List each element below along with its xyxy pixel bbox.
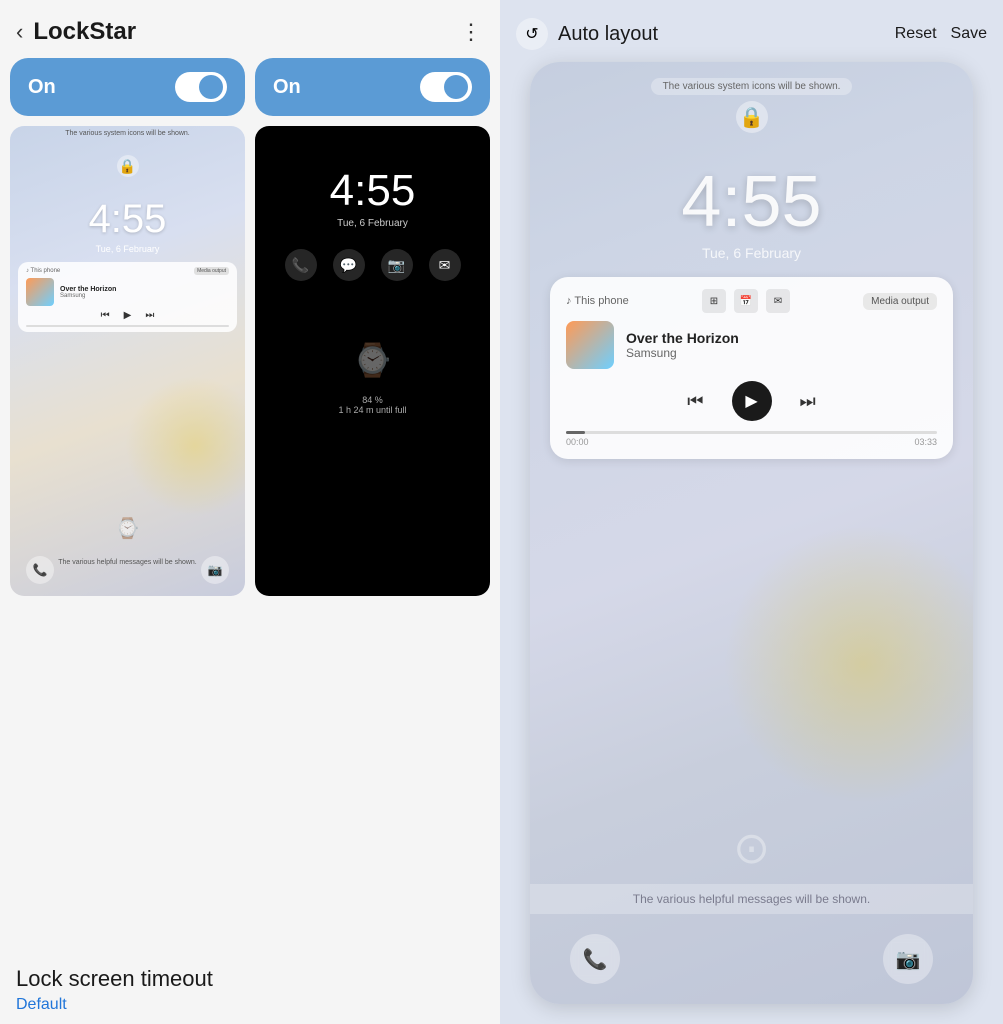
toggle-card-2[interactable]: On xyxy=(255,58,490,116)
toggle-label-2: On xyxy=(273,76,301,99)
fingerprint-small: ⌚ xyxy=(115,516,140,541)
music-artist-small: Samsung xyxy=(60,293,116,299)
shortcut-icons-dark: 📞 💬 📷 ✉ xyxy=(285,249,461,281)
battery-pct: 84 % xyxy=(338,395,406,405)
toggle-switch-1[interactable] xyxy=(175,72,227,102)
time-light-small: 4:55 xyxy=(89,197,167,242)
media-output-small: Media output xyxy=(194,267,229,275)
music-card-small: ♪ This phone Media output Over the Horiz… xyxy=(18,262,237,332)
progress-fill xyxy=(566,431,585,434)
lock-icon-large: 🔒 xyxy=(736,101,768,133)
system-bar: The various system icons will be shown. … xyxy=(530,62,973,141)
back-button[interactable]: ‹ xyxy=(16,19,23,45)
music-title-small: Over the Horizon xyxy=(60,286,116,293)
date-large: Tue, 6 February xyxy=(702,245,801,261)
timeout-title: Lock screen timeout xyxy=(16,966,484,992)
ctrl-icon-1: ⊞ xyxy=(702,289,726,313)
left-panel: ‹ LockStar ⋮ On On The various system ic… xyxy=(0,0,500,1024)
prev-btn-large[interactable]: ⏮ xyxy=(687,391,703,412)
system-text-large: The various system icons will be shown. xyxy=(651,78,853,95)
large-phone: The various system icons will be shown. … xyxy=(530,62,973,1004)
toggle-card-1[interactable]: On xyxy=(10,58,245,116)
controls-large: ⏮ ▶ ⏭ xyxy=(566,381,937,421)
music-source-small: ♪ This phone xyxy=(26,268,60,274)
toggle-label-1: On xyxy=(28,76,56,99)
music-info-row-large: Over the Horizon Samsung xyxy=(566,321,937,369)
progress-start: 00:00 xyxy=(566,437,589,447)
dark-preview-inner: 4:55 Tue, 6 February 📞 💬 📷 ✉ ⌚ 84 % 1 h … xyxy=(255,126,490,596)
phone-icon-small: 📞 xyxy=(26,556,54,584)
fingerprint-dark: ⌚ xyxy=(353,341,393,379)
time-dark-small: 4:55 xyxy=(330,166,416,216)
camera-icon-large: 📷 xyxy=(883,934,933,984)
menu-button[interactable]: ⋮ xyxy=(460,19,484,45)
shortcut-msg-dark: 💬 xyxy=(333,249,365,281)
circle-bg-large xyxy=(723,524,973,804)
app-title: LockStar xyxy=(33,18,136,46)
auto-layout-icon: ↺ xyxy=(516,18,548,50)
right-header: ↺ Auto layout Reset Save xyxy=(500,0,1003,62)
system-icons-text-small: The various system icons will be shown. xyxy=(65,130,190,137)
date-light-small: Tue, 6 February xyxy=(96,244,160,254)
progress-small xyxy=(26,325,229,327)
time-large: 4:55 xyxy=(681,161,821,243)
media-output-large: Media output xyxy=(863,293,937,310)
right-panel: ↺ Auto layout Reset Save The various sys… xyxy=(500,0,1003,1024)
helpful-msg-large: The various helpful messages will be sho… xyxy=(530,884,973,914)
music-source-large: ♪ This phone xyxy=(566,295,629,307)
controls-icons-large: ⊞ 📅 ✉ xyxy=(702,289,790,313)
progress-bar-large xyxy=(566,431,937,434)
light-preview-inner: The various system icons will be shown. … xyxy=(10,126,245,596)
music-artist-large: Samsung xyxy=(626,346,937,360)
auto-layout-title: Auto layout xyxy=(558,23,658,46)
timeout-section: Lock screen timeout Default xyxy=(0,946,500,1024)
timeout-value[interactable]: Default xyxy=(16,996,484,1014)
toggle-row: On On xyxy=(0,58,500,126)
phone-preview-dark[interactable]: 4:55 Tue, 6 February 📞 💬 📷 ✉ ⌚ 84 % 1 h … xyxy=(255,126,490,596)
refresh-icon: ↺ xyxy=(525,24,538,44)
save-button[interactable]: Save xyxy=(951,25,987,43)
play-btn-large[interactable]: ▶ xyxy=(732,381,772,421)
fingerprint-large: ⊙ xyxy=(733,823,770,874)
next-btn-small[interactable]: ⏭ xyxy=(145,310,154,321)
right-header-actions: Reset Save xyxy=(895,25,987,43)
preview-row: The various system icons will be shown. … xyxy=(0,126,500,946)
app-header: ‹ LockStar ⋮ xyxy=(0,0,500,58)
play-btn-small[interactable]: ▶ xyxy=(124,310,132,321)
prev-btn-small[interactable]: ⏮ xyxy=(101,310,110,321)
right-header-left: ↺ Auto layout xyxy=(516,18,658,50)
phone-preview-light[interactable]: The various system icons will be shown. … xyxy=(10,126,245,596)
battery-dark: 84 % 1 h 24 m until full xyxy=(338,395,406,415)
shortcut-phone-dark: 📞 xyxy=(285,249,317,281)
ctrl-icon-2: 📅 xyxy=(734,289,758,313)
bottom-icons-large: 📞 📷 xyxy=(530,934,973,984)
reset-button[interactable]: Reset xyxy=(895,25,937,43)
music-details: Over the Horizon Samsung xyxy=(626,330,937,360)
phone-icon-large: 📞 xyxy=(570,934,620,984)
bottom-icons-small: 📞 📷 xyxy=(10,556,245,584)
album-art-large xyxy=(566,321,614,369)
shortcut-email-dark: ✉ xyxy=(429,249,461,281)
lock-icon-small: 🔒 xyxy=(117,155,139,177)
large-phone-inner: The various system icons will be shown. … xyxy=(530,62,973,1004)
header-left: ‹ LockStar xyxy=(16,18,136,46)
shortcut-cam-dark: 📷 xyxy=(381,249,413,281)
date-dark-small: Tue, 6 February xyxy=(337,218,408,229)
toggle-switch-2[interactable] xyxy=(420,72,472,102)
music-card-large: ♪ This phone ⊞ 📅 ✉ Media output Over the… xyxy=(550,277,953,459)
progress-end: 03:33 xyxy=(914,437,937,447)
progress-times: 00:00 03:33 xyxy=(566,437,937,447)
album-art-small xyxy=(26,278,54,306)
next-btn-large[interactable]: ⏭ xyxy=(800,391,816,412)
camera-icon-small: 📷 xyxy=(201,556,229,584)
music-title-large: Over the Horizon xyxy=(626,330,937,346)
ctrl-icon-3: ✉ xyxy=(766,289,790,313)
music-top-large: ♪ This phone ⊞ 📅 ✉ Media output xyxy=(566,289,937,313)
battery-time: 1 h 24 m until full xyxy=(338,405,406,415)
